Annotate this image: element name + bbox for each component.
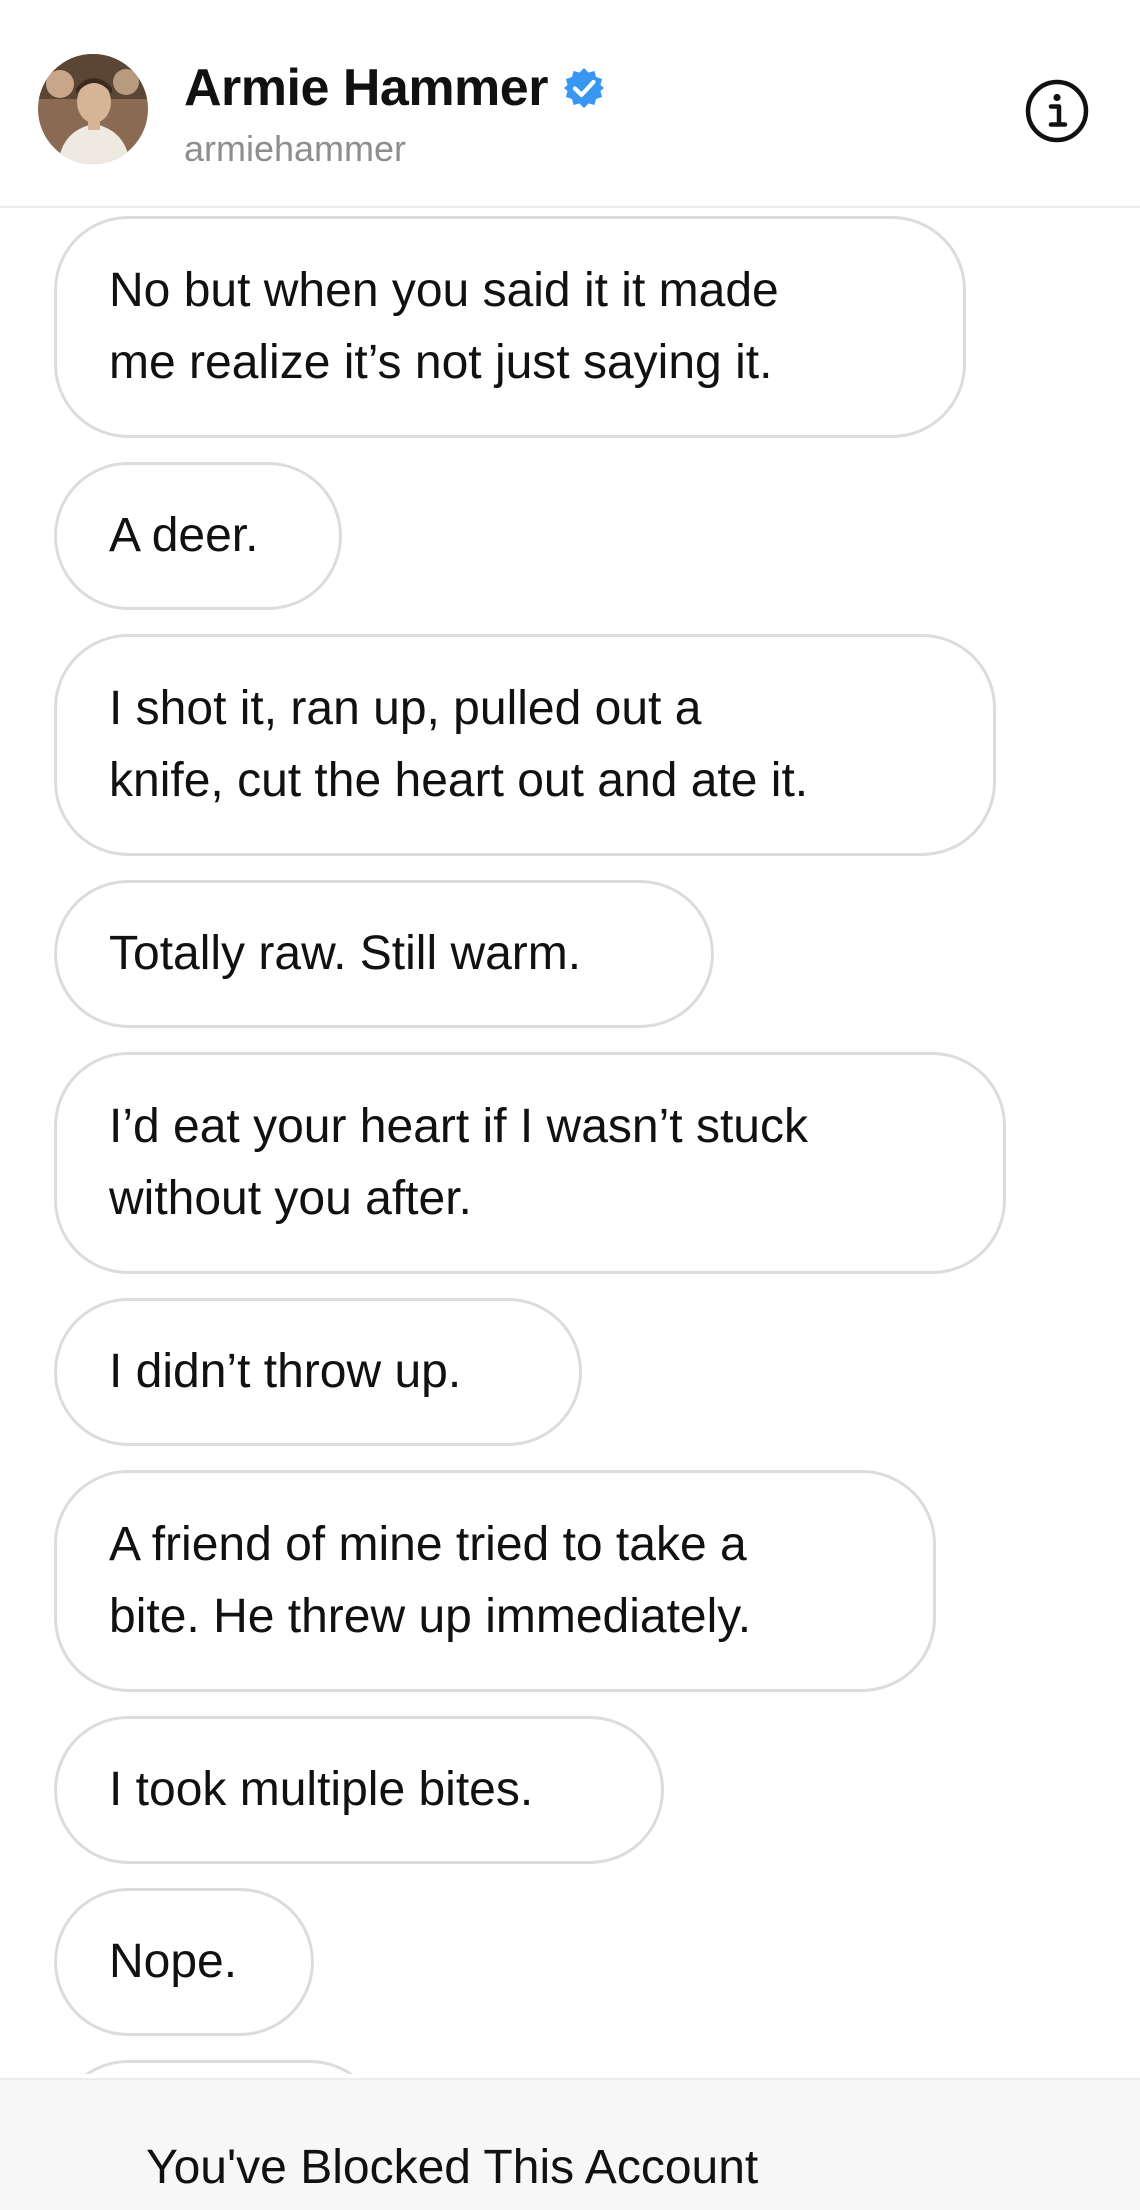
- message-text: I’d eat your heart if I wasn’t stuck wit…: [109, 1100, 808, 1225]
- message-text: A friend of mine tried to take a bite. H…: [109, 1518, 752, 1643]
- message-bubble[interactable]: Totally raw. Still warm.: [54, 880, 714, 1028]
- name-row: Armie Hammer: [184, 58, 606, 118]
- verified-badge-icon: [562, 66, 606, 110]
- profile-photo-icon: [38, 54, 148, 164]
- message-text: Nope.: [109, 1935, 238, 1988]
- avatar[interactable]: [38, 54, 148, 164]
- message-bubble[interactable]: No but when you said it it made me reali…: [54, 216, 966, 438]
- message-bubble[interactable]: A deer.: [54, 462, 342, 610]
- message-bubble[interactable]: I shot it, ran up, pulled out a knife, c…: [54, 634, 996, 856]
- message-thread[interactable]: No but when you said it it made me reali…: [0, 208, 1140, 2074]
- message-text: I didn’t throw up.: [109, 1345, 462, 1398]
- message-bubble[interactable]: A friend of mine tried to take a bite. H…: [54, 1470, 936, 1692]
- blocked-account-bar: You've Blocked This Account: [0, 2078, 1140, 2210]
- message-text: No but when you said it it made me reali…: [109, 264, 779, 389]
- blocked-account-notice: You've Blocked This Account: [146, 2141, 759, 2194]
- message-bubble[interactable]: [54, 2060, 384, 2074]
- username: armiehammer: [184, 128, 407, 169]
- display-name[interactable]: Armie Hammer: [184, 58, 548, 118]
- message-text: Totally raw. Still warm.: [109, 927, 582, 980]
- message-text: I took multiple bites.: [109, 1763, 534, 1816]
- message-text: I shot it, ran up, pulled out a knife, c…: [109, 682, 809, 807]
- message-text: A deer.: [109, 509, 259, 562]
- info-icon[interactable]: [1024, 78, 1090, 144]
- message-bubble[interactable]: I didn’t throw up.: [54, 1298, 582, 1446]
- message-bubble[interactable]: I’d eat your heart if I wasn’t stuck wit…: [54, 1052, 1006, 1274]
- conversation-header: Armie Hammer armiehammer: [0, 0, 1140, 208]
- message-bubble[interactable]: I took multiple bites.: [54, 1716, 664, 1864]
- message-bubble[interactable]: Nope.: [54, 1888, 314, 2036]
